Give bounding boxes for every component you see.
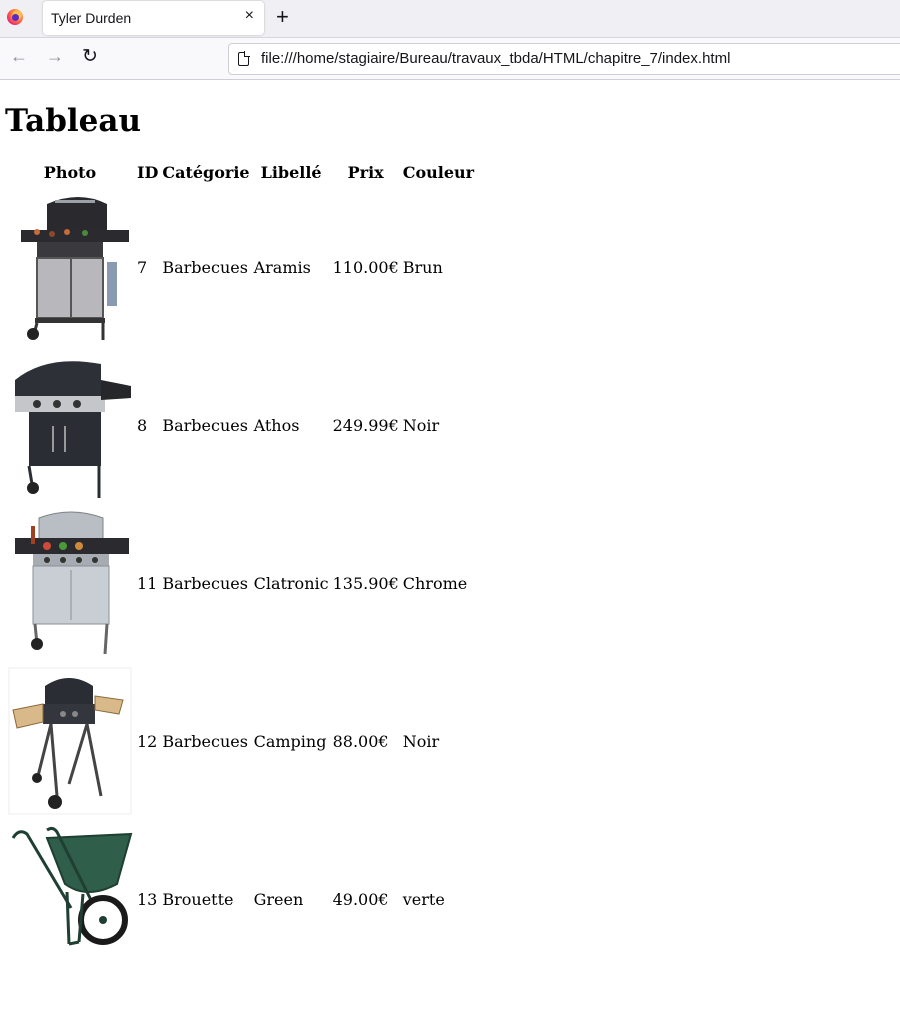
browser-tab[interactable]: Tyler Durden × xyxy=(43,1,264,35)
green-wheelbarrow-image xyxy=(11,826,133,946)
back-arrow-icon[interactable]: ← xyxy=(10,46,28,67)
label-cell: Camping xyxy=(253,731,327,751)
table-row: 7 Barbecues Aramis 110.00€ Brun xyxy=(5,188,476,346)
price-cell: 249.99€ xyxy=(332,415,399,435)
category-cell: Barbecues xyxy=(162,731,248,751)
page-icon xyxy=(238,51,250,66)
navigation-bar: ← → ↻ file:///home/stagiaire/Bureau/trav… xyxy=(0,38,900,80)
column-header-photo: Photo xyxy=(43,163,97,182)
tab-title: Tyler Durden xyxy=(51,10,132,26)
id-cell: 13 xyxy=(137,889,158,909)
chrome-gas-barbecue-image xyxy=(15,511,129,655)
category-cell: Barbecues xyxy=(162,257,248,277)
id-cell: 12 xyxy=(137,731,158,751)
photo-cell xyxy=(5,346,135,504)
close-tab-icon[interactable]: × xyxy=(245,7,254,25)
price-cell: 135.90€ xyxy=(332,573,399,593)
firefox-logo-icon[interactable] xyxy=(7,9,23,25)
column-header-price: Prix xyxy=(347,163,384,182)
color-cell: Chrome xyxy=(402,573,468,593)
tab-bar: Tyler Durden × + xyxy=(0,0,900,38)
page-content: Tableau Photo ID Catégorie Libellé Prix … xyxy=(0,102,900,978)
page-heading: Tableau xyxy=(5,103,141,139)
forward-arrow-icon[interactable]: → xyxy=(46,46,64,67)
product-table: Photo ID Catégorie Libellé Prix Couleur xyxy=(5,157,476,978)
category-cell: Brouette xyxy=(162,889,234,909)
color-cell: Noir xyxy=(402,731,440,751)
id-cell: 8 xyxy=(137,415,148,435)
id-cell: 11 xyxy=(137,573,158,593)
label-cell: Clatronic xyxy=(253,573,329,593)
table-header-row: Photo ID Catégorie Libellé Prix Couleur xyxy=(5,157,476,188)
price-cell: 49.00€ xyxy=(332,889,389,909)
photo-cell xyxy=(5,188,135,346)
category-cell: Barbecues xyxy=(162,415,248,435)
table-row: 11 Barbecues Clatronic 135.90€ Chrome xyxy=(5,504,476,662)
table-row: 12 Barbecues Camping 88.00€ Noir xyxy=(5,662,476,820)
column-header-id: ID xyxy=(137,163,159,182)
column-header-color: Couleur xyxy=(402,163,475,182)
url-text[interactable]: file:///home/stagiaire/Bureau/travaux_tb… xyxy=(261,50,730,67)
camping-barbecue-image xyxy=(8,667,132,815)
price-cell: 110.00€ xyxy=(332,257,399,277)
color-cell: verte xyxy=(402,889,445,909)
black-gas-barbecue-image xyxy=(15,361,131,498)
gas-barbecue-grill-image xyxy=(21,197,129,340)
address-bar[interactable]: file:///home/stagiaire/Bureau/travaux_tb… xyxy=(228,43,900,75)
category-cell: Barbecues xyxy=(162,573,248,593)
photo-cell xyxy=(5,504,135,662)
column-header-category: Catégorie xyxy=(162,163,250,182)
color-cell: Noir xyxy=(402,415,440,435)
label-cell: Aramis xyxy=(253,257,311,277)
table-row: 8 Barbecues Athos 249.99€ Noir xyxy=(5,346,476,504)
label-cell: Athos xyxy=(253,415,300,435)
new-tab-icon[interactable]: + xyxy=(276,4,289,30)
id-cell: 7 xyxy=(137,257,148,277)
photo-cell xyxy=(5,820,135,978)
photo-cell xyxy=(5,662,135,820)
label-cell: Green xyxy=(253,889,304,909)
reload-icon[interactable]: ↻ xyxy=(82,45,98,68)
price-cell: 88.00€ xyxy=(332,731,389,751)
column-header-label: Libellé xyxy=(260,163,322,182)
color-cell: Brun xyxy=(402,257,443,277)
table-row: 13 Brouette Green 49.00€ verte xyxy=(5,820,476,978)
